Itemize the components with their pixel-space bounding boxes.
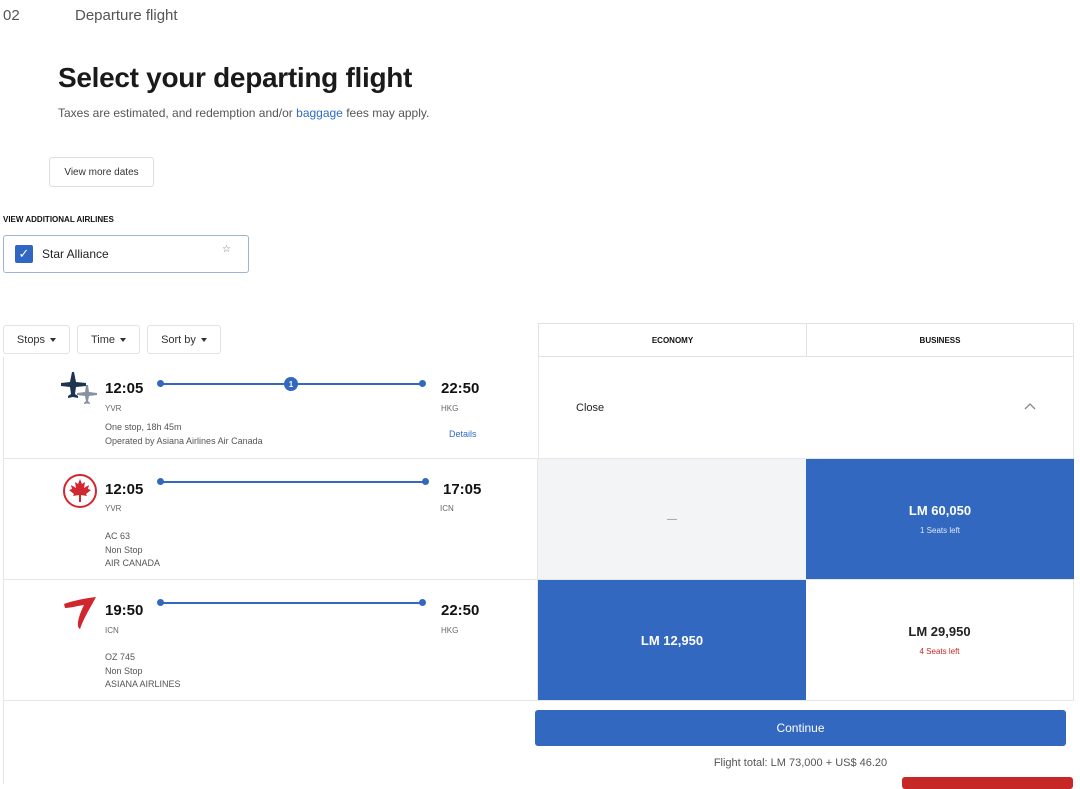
fare-price: LM 29,950 [908, 624, 971, 639]
flight-total: Flight total: LM 73,000 + US$ 46.20 [713, 757, 888, 769]
economy-header: ECONOMY [538, 323, 807, 357]
red-action-button[interactable] [902, 777, 1073, 789]
duration: One stop, 18h 45m [105, 422, 182, 432]
stops: Non Stop [105, 665, 143, 676]
origin-dot [157, 599, 164, 606]
arrive-code: HKG [441, 404, 459, 413]
sort-by-filter[interactable]: Sort by [147, 325, 221, 354]
arrive-code: HKG [441, 626, 459, 635]
arrive-time: 17:05 [443, 481, 482, 498]
operated-by: Operated by Asiana Airlines Air Canada [105, 435, 263, 446]
depart-code: YVR [105, 404, 122, 413]
depart-time: 12:05 [105, 481, 144, 498]
divider [3, 701, 4, 784]
fare-price: LM 60,050 [908, 503, 972, 518]
flight-number: AC 63 [105, 531, 131, 541]
airline-name: AIR CANADA [105, 558, 161, 568]
details-link[interactable]: Details [449, 429, 477, 439]
segment-info: AC 63 Non Stop AIR CANADA [105, 530, 160, 571]
star-alliance-label: Star Alliance [42, 247, 109, 261]
continue-button[interactable]: Continue [535, 710, 1066, 746]
origin-dot [157, 478, 164, 485]
economy-fare-cell[interactable]: — [538, 459, 806, 580]
stops: Non Stop [105, 544, 143, 555]
fare-price: LM 12,950 [640, 632, 704, 648]
seats-left: 4 Seats left [919, 647, 960, 656]
sort-by-label: Sort by [161, 333, 196, 346]
time-filter[interactable]: Time [77, 325, 140, 354]
destination-dot [419, 380, 426, 387]
page-title: Select your departing flight [58, 62, 413, 93]
segment-info: OZ 745 Non Stop ASIANA AIRLINES [105, 651, 181, 692]
caret-down-icon [50, 337, 57, 342]
itinerary-info: One stop, 18h 45m Operated by Asiana Airl… [105, 421, 263, 448]
depart-code: YVR [105, 504, 122, 513]
caret-down-icon [120, 337, 127, 342]
asiana-logo-icon [64, 597, 96, 629]
depart-time: 19:50 [105, 602, 144, 619]
caret-down-icon [200, 337, 207, 342]
stop-count-badge: 1 [284, 377, 298, 391]
subtitle: Taxes are estimated, and redemption and/… [58, 106, 429, 120]
business-fare-cell[interactable]: LM 29,950 4 Seats left [806, 580, 1074, 701]
multi-airline-plane-icon [61, 372, 97, 404]
fare-price: — [667, 513, 677, 525]
divider [538, 357, 539, 459]
step-label: Departure flight [75, 7, 178, 24]
step-number: 02 [3, 7, 20, 24]
depart-code: ICN [105, 626, 119, 635]
business-header: BUSINESS [806, 323, 1074, 357]
economy-fare-cell-selected[interactable]: LM 12,950 [538, 580, 806, 701]
airline-name: ASIANA AIRLINES [105, 679, 181, 689]
arrive-time: 22:50 [441, 380, 480, 397]
arrive-code: ICN [440, 504, 454, 513]
route-line [160, 602, 422, 604]
business-fare-cell-selected[interactable]: LM 60,050 1 Seats left [806, 459, 1074, 580]
destination-dot [419, 599, 426, 606]
seats-left: 1 Seats left [919, 526, 961, 535]
baggage-link[interactable]: baggage [296, 106, 343, 120]
subtitle-text-end: fees may apply. [342, 106, 430, 120]
route-line [160, 481, 425, 483]
subtitle-text: Taxes are estimated, and redemption and/… [58, 106, 297, 120]
additional-airlines-heading: VIEW ADDITIONAL AIRLINES [3, 215, 114, 224]
view-more-dates-button[interactable]: View more dates [49, 157, 154, 187]
chevron-up-icon[interactable] [1024, 402, 1036, 410]
arrive-time: 22:50 [441, 602, 480, 619]
stops-label: Stops [16, 333, 46, 346]
origin-dot [157, 380, 164, 387]
depart-time: 12:05 [105, 380, 144, 397]
close-button[interactable]: Close [576, 402, 604, 414]
air-canada-logo-icon [63, 474, 97, 508]
time-label: Time [90, 333, 116, 346]
stops-filter[interactable]: Stops [3, 325, 70, 354]
flight-number: OZ 745 [105, 652, 136, 662]
star-alliance-checkbox[interactable]: ✓ Star Alliance ☆ [3, 235, 249, 273]
star-alliance-logo-icon: ☆ [222, 244, 231, 255]
checkmark-icon[interactable]: ✓ [15, 245, 33, 263]
destination-dot [422, 478, 429, 485]
